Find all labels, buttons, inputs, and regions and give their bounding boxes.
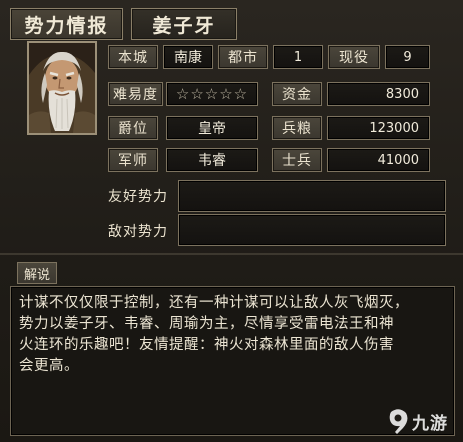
- ruler-name: 姜子牙: [131, 8, 237, 40]
- watermark-text: 九游: [412, 413, 448, 434]
- soldiers-value: 41000: [327, 148, 430, 172]
- funds-value: 8300: [327, 82, 430, 106]
- food-value: 123000: [327, 116, 430, 140]
- enemies-field: [178, 214, 446, 246]
- 9game-logo-icon: [389, 409, 408, 434]
- soldiers-label: 士兵: [272, 148, 322, 172]
- panel-title: 势力情报: [10, 8, 123, 40]
- section-divider: [0, 253, 463, 255]
- food-label: 兵粮: [272, 116, 322, 140]
- watermark: 九游: [388, 404, 460, 438]
- cities-value: 1: [273, 45, 323, 69]
- old-sage-portrait-icon: [29, 43, 95, 133]
- advisor-label: 军师: [108, 148, 158, 172]
- explanation-line: 势力以姜子牙、韦睿、周瑜为主，尽情享受雷电法王和神: [19, 316, 394, 332]
- funds-label: 资金: [272, 82, 322, 106]
- force-info-panel: 势力情报 姜子牙 本城 南康 都市 1 现役 9 难易度 ☆☆☆☆☆ 资金 83…: [0, 0, 463, 442]
- ruler-portrait: [27, 41, 97, 135]
- active-officers-label: 现役: [328, 45, 380, 69]
- advisor-value: 韦睿: [166, 148, 258, 172]
- enemies-label: 敌对势力: [108, 224, 168, 240]
- explanation-line: 会更高。: [19, 358, 79, 374]
- active-officers-value: 9: [385, 45, 430, 69]
- home-city-value: 南康: [163, 45, 213, 69]
- home-city-label: 本城: [108, 45, 158, 69]
- rank-value: 皇帝: [166, 116, 258, 140]
- allies-field: [178, 180, 446, 212]
- difficulty-stars: ☆☆☆☆☆: [166, 82, 258, 106]
- difficulty-label: 难易度: [108, 82, 163, 106]
- allies-label: 友好势力: [108, 189, 168, 205]
- explanation-line: 计谋不仅仅限于控制，还有一种计谋可以让敌人灰飞烟灭，: [19, 295, 409, 311]
- cities-label: 都市: [218, 45, 268, 69]
- explanation-line: 火连环的乐趣吧！友情提醒：神火对森林里面的敌人伤害: [19, 337, 394, 353]
- rank-label: 爵位: [108, 116, 158, 140]
- explanation-tab: 解说: [17, 262, 57, 284]
